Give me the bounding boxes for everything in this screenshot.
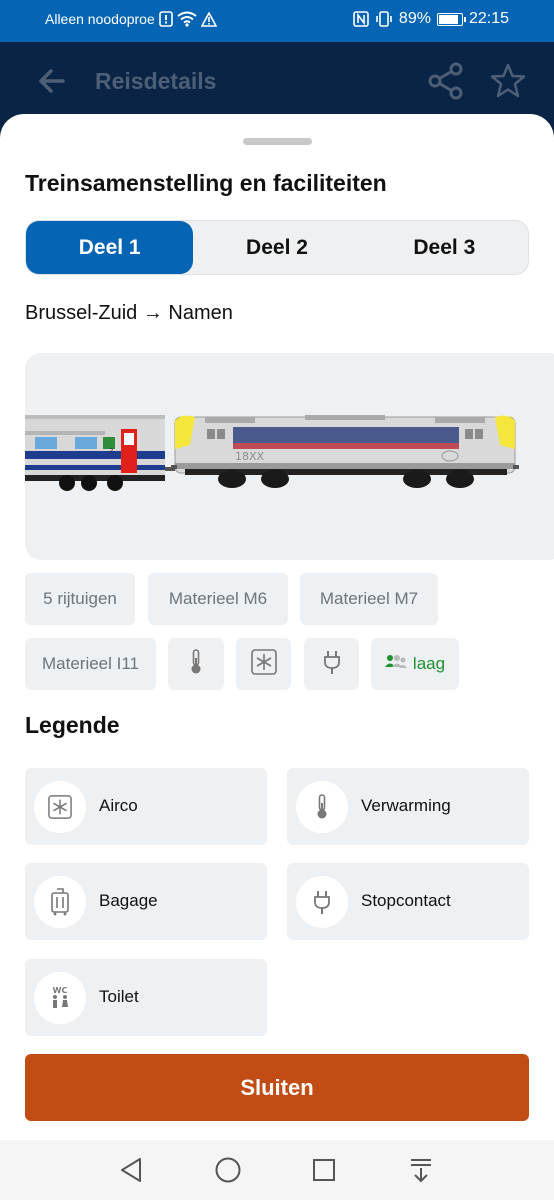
- legend-label: Bagage: [99, 891, 158, 910]
- share-icon[interactable]: [428, 62, 464, 104]
- plug-icon: [296, 876, 348, 928]
- route-to: Namen: [168, 302, 233, 324]
- tab-deel-3[interactable]: Deel 3: [361, 221, 528, 274]
- legend-item-luggage: Bagage: [25, 863, 267, 940]
- system-nav-bar: [0, 1140, 554, 1200]
- nfc-icon: [353, 11, 369, 27]
- train-illustration: 2 18XX: [25, 415, 519, 491]
- chip-material-m7: Materieel M7: [300, 573, 438, 625]
- legend-item-heating: Verwarming: [287, 768, 529, 845]
- toilet-icon: WC: [34, 972, 86, 1024]
- page-title: Reisdetails: [95, 68, 217, 94]
- occupancy-label: laag: [412, 654, 446, 673]
- tab-deel-2[interactable]: Deel 2: [193, 221, 360, 274]
- arrow-left-icon[interactable]: [36, 66, 66, 100]
- status-bar: Alleen noodoproe 89% 22:15: [0, 0, 554, 42]
- chip-label: 5 rijtuigen: [43, 589, 117, 608]
- route-from: Brussel-Zuid: [25, 302, 138, 324]
- chip-material-m6: Materieel M6: [148, 573, 288, 625]
- route-arrow: →: [142, 302, 163, 324]
- battery-percent: 89%: [398, 10, 431, 27]
- luggage-icon: [34, 876, 86, 928]
- snowflake-icon: [34, 781, 86, 833]
- vibrate-icon: [375, 11, 393, 27]
- occupancy-icon: [384, 654, 407, 675]
- snowflake-icon: [250, 648, 277, 680]
- chip-power: [304, 638, 359, 690]
- warning-icon: [200, 11, 217, 27]
- chip-heating: [168, 638, 224, 690]
- battery-icon: [436, 12, 466, 26]
- train-part-tabs: Deel 1 Deel 2 Deel 3: [25, 220, 529, 275]
- thermometer-icon: [188, 648, 204, 680]
- train-composition-image[interactable]: 2 18XX: [25, 353, 554, 560]
- chip-label: Materieel M6: [168, 589, 268, 608]
- toilet-icon-text: WC: [53, 986, 68, 995]
- thermometer-icon: [296, 781, 348, 833]
- app-bar: Reisdetails: [0, 42, 554, 122]
- legend-label: Verwarming: [361, 796, 451, 815]
- back-triangle-icon[interactable]: [118, 1157, 144, 1187]
- drag-handle[interactable]: [243, 138, 312, 145]
- facilities-sheet: Treinsamenstelling en faciliteiten Deel …: [0, 114, 554, 1140]
- chip-material-i11: Materieel I11: [25, 638, 156, 690]
- chip-airco: [236, 638, 291, 690]
- legend-item-power: Stopcontact: [287, 863, 529, 940]
- legend-label: Airco: [99, 796, 138, 815]
- carriage-number: 2: [109, 447, 113, 455]
- locomotive-number: 18XX: [235, 450, 265, 463]
- clock: 22:15: [468, 10, 509, 27]
- notification-icon: [158, 11, 173, 27]
- chip-carriage-count: 5 rijtuigen: [25, 573, 135, 625]
- close-button[interactable]: Sluiten: [25, 1054, 529, 1121]
- legend-label: Toilet: [99, 987, 139, 1006]
- locomotive: 18XX: [171, 415, 519, 488]
- status-left: Alleen noodoproe: [45, 11, 217, 27]
- recents-square-icon[interactable]: [312, 1157, 336, 1187]
- legend-item-airco: Airco: [25, 768, 267, 845]
- legend-title: Legende: [25, 712, 120, 738]
- legend-item-toilet: WC Toilet: [25, 959, 267, 1036]
- route-label: Brussel-Zuid → Namen: [25, 302, 233, 325]
- tab-deel-1[interactable]: Deel 1: [26, 221, 194, 274]
- notification-pull-down-icon[interactable]: [408, 1157, 434, 1187]
- status-right: 89% 22:15: [353, 10, 509, 28]
- sheet-title: Treinsamenstelling en faciliteiten: [25, 170, 387, 196]
- chip-occupancy: laag: [371, 638, 459, 690]
- chip-label: Materieel I11: [41, 654, 139, 673]
- star-outline-icon[interactable]: [490, 63, 526, 103]
- wifi-icon: [177, 11, 197, 27]
- legend-label: Stopcontact: [361, 891, 451, 910]
- plug-icon: [322, 649, 342, 680]
- wagon: 2: [25, 415, 175, 491]
- carrier-text: Alleen noodoproe: [45, 11, 155, 27]
- chip-label: Materieel M7: [319, 589, 419, 608]
- home-circle-icon[interactable]: [214, 1157, 242, 1187]
